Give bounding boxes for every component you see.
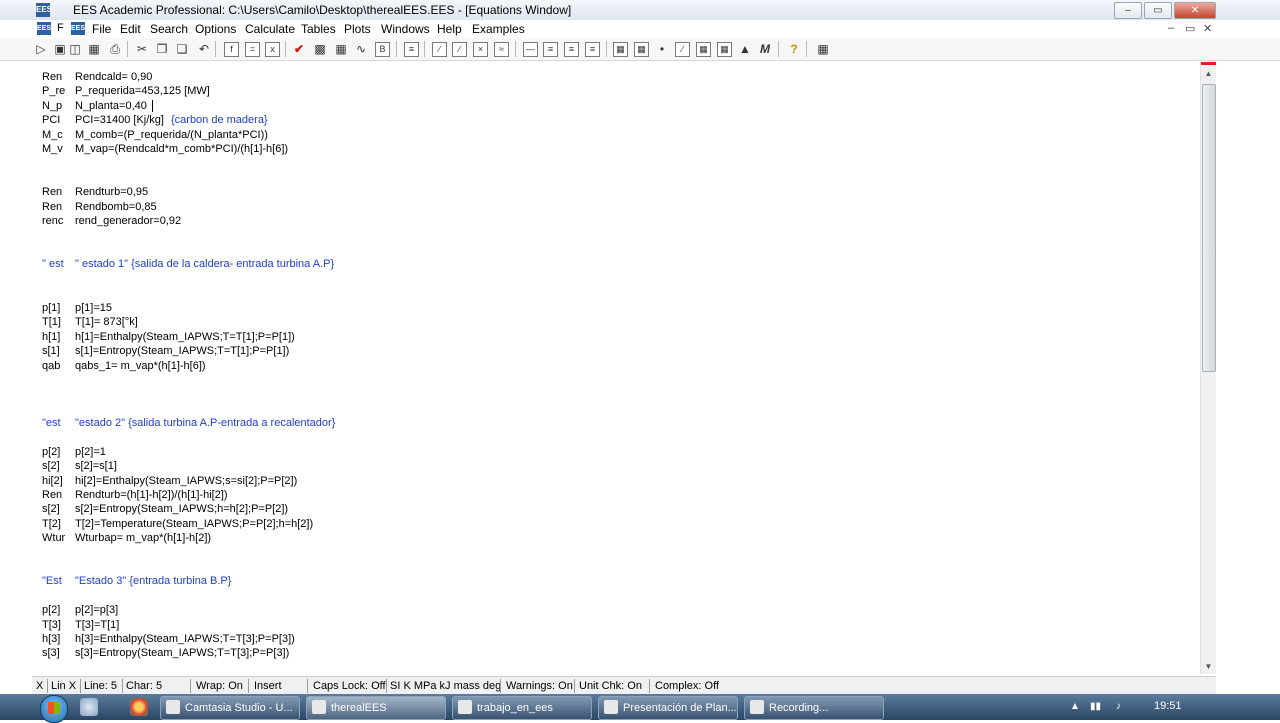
plot-icon[interactable]: ∕ <box>432 42 447 57</box>
array-table-icon[interactable]: ≡ <box>564 42 579 57</box>
open-icon[interactable]: ▷ <box>33 41 49 57</box>
chrome-icon[interactable] <box>130 698 148 716</box>
print-icon[interactable]: ⎙ <box>107 41 123 57</box>
status-wrap: Wrap: On <box>196 680 243 692</box>
status-unit-check: Unit Chk: On <box>579 680 642 692</box>
window-title: EES Academic Professional: C:\Users\Cami… <box>73 3 572 17</box>
camtasia-icon <box>166 700 180 714</box>
windows-logo-icon <box>48 702 60 714</box>
menu-options[interactable]: Options <box>195 22 236 36</box>
taskbar-task-powerpoint[interactable]: Presentación de Plan... <box>598 696 738 720</box>
check-icon[interactable]: ✔ <box>291 41 307 57</box>
network-icon[interactable]: ▮▮ <box>1090 701 1101 712</box>
arrays-icon[interactable]: B <box>375 42 390 57</box>
cut-icon[interactable]: ✂ <box>134 41 150 57</box>
status-complex: Complex: Off <box>655 680 719 692</box>
scroll-down-arrow-icon[interactable]: ▼ <box>1201 660 1216 674</box>
window-titlebar: EES EES Academic Professional: C:\Users\… <box>0 0 1280 21</box>
status-line: Line: 5 <box>84 680 118 692</box>
menu-windows[interactable]: Windows <box>381 22 430 36</box>
status-insert: Insert <box>254 680 282 692</box>
document-icon <box>458 700 472 714</box>
scroll-up-arrow-icon[interactable]: ▲ <box>1201 67 1216 81</box>
mdi-restore-button[interactable]: ▭ <box>1185 22 1195 35</box>
taskbar-task-camtasia[interactable]: Camtasia Studio - U... <box>160 696 300 720</box>
table-icon[interactable]: ▦ <box>634 42 649 57</box>
presentation-icon <box>604 700 618 714</box>
residuals-icon[interactable]: ≡ <box>585 42 600 57</box>
mdi-close-button[interactable]: ✕ <box>1203 22 1212 35</box>
calculator-icon[interactable]: ▩ <box>312 41 328 57</box>
solve-table-icon[interactable]: ▦ <box>333 41 349 57</box>
mdi-minimize-button[interactable]: – <box>1168 22 1174 34</box>
overlay-plot-icon[interactable]: × <box>473 42 488 57</box>
taskbar-task-word[interactable]: trabajo_en_ees <box>452 696 592 720</box>
menu-help[interactable]: Help <box>437 22 462 36</box>
format-icon[interactable]: f <box>224 42 239 57</box>
ees-app-icon[interactable]: EES <box>36 3 52 17</box>
toolbar: ▷ ▣ ◫ ▦ ⎙ ✂ ❐ ❑ ↶ f = x ✔ ▩ ▦ ∿ B ≡ ∕ ∕ … <box>0 38 1280 61</box>
menu-plots[interactable]: Plots <box>344 22 371 36</box>
parametric-icon[interactable]: ≡ <box>404 42 419 57</box>
help-icon[interactable]: ? <box>786 41 802 57</box>
lookup-icon[interactable]: ≡ <box>543 42 558 57</box>
window-close-button[interactable]: ✕ <box>1174 2 1216 19</box>
property-plot-icon[interactable]: ≈ <box>494 42 509 57</box>
grid-icon[interactable]: ▦ <box>696 42 711 57</box>
scroll-marker <box>1201 62 1216 65</box>
status-caps-lock: Caps Lock: Off <box>313 680 386 692</box>
tray-expand-icon[interactable]: ▲ <box>1070 701 1080 712</box>
menu-search[interactable]: Search <box>150 22 188 36</box>
window-minimize-button[interactable]: – <box>1114 2 1142 19</box>
equations-editor[interactable]: Ren Rendcald= 0,90 P_re P_requerida=453,12… <box>32 62 1200 674</box>
scrollbar-thumb[interactable] <box>1202 84 1216 372</box>
equations-icon[interactable]: = <box>245 42 260 57</box>
taskbar-clock[interactable]: 19:51 <box>1154 700 1182 712</box>
status-warnings: Warnings: On <box>506 680 573 692</box>
menu-examples[interactable]: Examples <box>472 22 525 36</box>
open-folder-icon[interactable]: ◫ <box>67 41 83 57</box>
chart-icon[interactable]: ▲ <box>737 41 753 57</box>
menu-edit[interactable]: Edit <box>120 22 141 36</box>
integral-icon[interactable]: — <box>523 42 538 57</box>
windows-taskbar: Camtasia Studio - U... therealEES trabaj… <box>0 694 1280 723</box>
equation-comment: {carbon de madera} <box>170 114 268 126</box>
copy-icon[interactable]: ❐ <box>154 41 170 57</box>
taskbar-task-ees[interactable]: therealEES <box>306 696 446 720</box>
status-lin: Lin X <box>51 680 77 692</box>
diagram-icon[interactable]: ▦ <box>613 42 628 57</box>
min-max-icon[interactable]: ∿ <box>353 41 369 57</box>
undo-icon[interactable]: ↶ <box>196 41 212 57</box>
formatted-equations-icon[interactable]: x <box>265 42 280 57</box>
macro-icon[interactable]: M <box>757 41 773 57</box>
start-button[interactable] <box>40 695 68 723</box>
recording-icon <box>750 700 764 714</box>
new-icon[interactable]: ▣ <box>52 41 68 57</box>
show-desktop-icon[interactable] <box>80 698 98 716</box>
status-char: Char: 5 <box>126 680 163 692</box>
taskbar-task-recording[interactable]: Recording... <box>744 696 884 720</box>
text-cursor <box>152 100 153 112</box>
statusbar: X Lin X Line: 5 Char: 5 Wrap: On Insert … <box>32 676 1216 695</box>
ees-doc-icon-2[interactable]: EES <box>71 22 85 35</box>
menu-calculate[interactable]: Calculate <box>245 22 295 36</box>
window-maximize-button[interactable]: ▭ <box>1144 2 1172 19</box>
save-icon[interactable]: ▦ <box>86 41 102 57</box>
menu-file-short[interactable]: F <box>57 22 64 34</box>
vertical-scrollbar[interactable]: ▲ ▼ <box>1200 62 1216 674</box>
plot-new-icon[interactable]: ∕ <box>452 42 467 57</box>
plot-window-icon[interactable]: ▦ <box>717 42 732 57</box>
parametric-table-icon[interactable]: • <box>654 41 670 57</box>
alter-values-icon[interactable]: ∕ <box>675 42 690 57</box>
report-icon[interactable]: ▦ <box>815 41 831 57</box>
menubar: EES F EES File Edit Search Options Calcu… <box>0 20 1280 39</box>
paste-icon[interactable]: ❑ <box>174 41 190 57</box>
menu-tables[interactable]: Tables <box>301 22 336 36</box>
volume-icon[interactable]: ♪ <box>1116 701 1121 712</box>
status-units: SI K MPa kJ mass deg <box>390 680 502 692</box>
ees-icon <box>312 700 326 714</box>
status-close[interactable]: X <box>36 680 43 692</box>
menu-file[interactable]: File <box>92 22 111 36</box>
ees-doc-icon[interactable]: EES <box>37 22 51 35</box>
